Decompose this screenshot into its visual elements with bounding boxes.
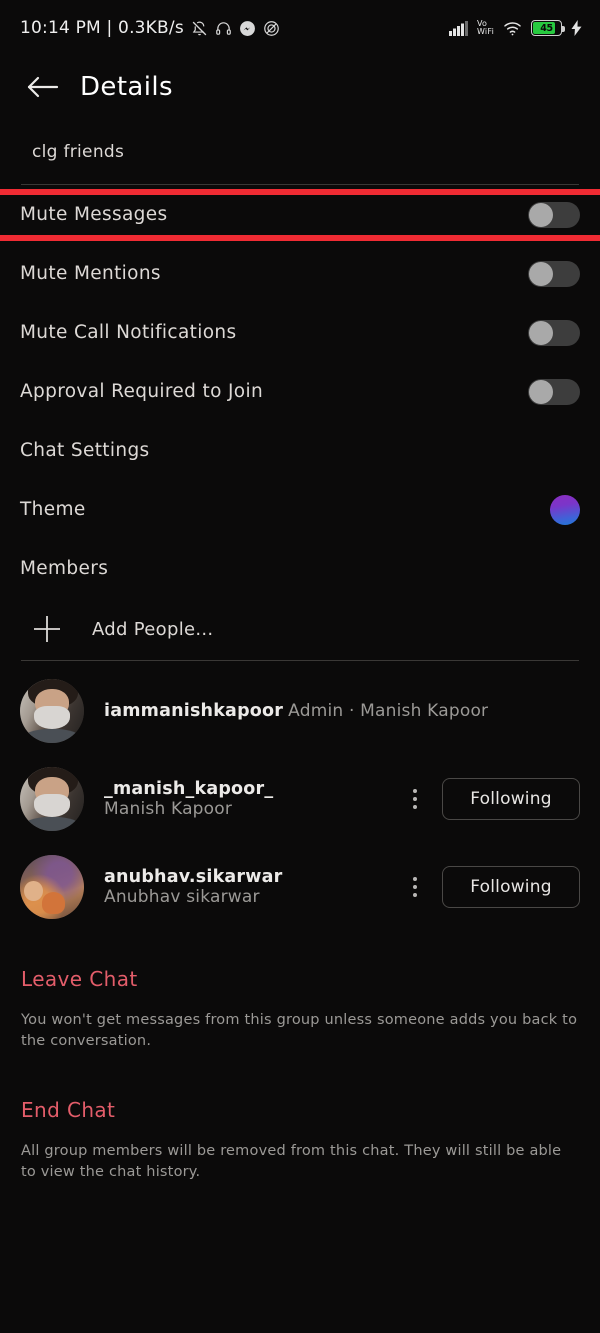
member-text: iammanishkapoor Admin · Manish Kapoor xyxy=(104,701,580,721)
setting-label-mute-call-notifications: Mute Call Notifications xyxy=(20,322,237,343)
member-row-0[interactable]: iammanishkapoor Admin · Manish Kapoor xyxy=(20,667,580,755)
end-chat-description: All group members will be removed from t… xyxy=(21,1143,562,1181)
setting-row-mute-messages[interactable]: Mute Messages xyxy=(20,185,580,244)
vowifi-indicator: Vo WiFi xyxy=(477,19,494,37)
setting-label-theme: Theme xyxy=(20,499,86,520)
plus-icon xyxy=(24,614,70,644)
setting-label-approval-required: Approval Required to Join xyxy=(20,381,264,402)
setting-row-members[interactable]: Members xyxy=(20,539,580,598)
page-header: Details xyxy=(0,56,600,118)
setting-row-approval-required[interactable]: Approval Required to Join xyxy=(20,362,580,421)
messenger-icon xyxy=(239,20,256,37)
following-button[interactable]: Following xyxy=(442,778,580,820)
setting-label-mute-messages: Mute Messages xyxy=(20,204,168,225)
status-clock: 10:14 PM | 0.3KB/s xyxy=(20,18,184,38)
danger-section: Leave Chat You won't get messages from t… xyxy=(0,967,600,1183)
battery-indicator: 45 xyxy=(531,20,565,36)
member-options-icon[interactable] xyxy=(400,877,430,897)
member-username: iammanishkapoor xyxy=(104,701,284,721)
toggle-knob xyxy=(529,379,553,404)
member-text: _manish_kapoor_ Manish Kapoor xyxy=(104,779,400,819)
end-chat-button[interactable]: End Chat xyxy=(21,1098,579,1122)
leave-chat-description: You won't get messages from this group u… xyxy=(21,1012,578,1050)
member-subtitle: Anubhav sikarwar xyxy=(104,887,260,907)
avatar xyxy=(20,767,84,831)
end-chat-section: End Chat All group members will be remov… xyxy=(21,1098,579,1183)
setting-row-mute-mentions[interactable]: Mute Mentions xyxy=(20,244,580,303)
toggle-mute-call-notifications[interactable] xyxy=(528,319,580,346)
status-bar-left: 10:14 PM | 0.3KB/s xyxy=(20,18,280,38)
charging-bolt-icon xyxy=(571,20,582,36)
add-people-row[interactable]: Add People... xyxy=(0,598,600,660)
wifi-icon xyxy=(503,21,522,36)
cellular-signal-icon xyxy=(449,20,468,36)
member-username: anubhav.sikarwar xyxy=(104,867,283,887)
setting-row-mute-call-notifications[interactable]: Mute Call Notifications xyxy=(20,303,580,362)
theme-color-swatch[interactable] xyxy=(550,494,580,525)
following-button[interactable]: Following xyxy=(442,866,580,908)
setting-label-members: Members xyxy=(20,558,109,579)
member-subtitle: Manish Kapoor xyxy=(104,799,233,819)
setting-label-chat-settings: Chat Settings xyxy=(20,440,150,461)
member-row-1[interactable]: _manish_kapoor_ Manish Kapoor Following xyxy=(20,755,580,843)
do-not-disturb-icon xyxy=(263,20,280,37)
bell-slash-icon xyxy=(191,20,208,37)
toggle-mute-messages[interactable] xyxy=(528,201,580,228)
setting-label-mute-mentions: Mute Mentions xyxy=(20,263,161,284)
member-text: anubhav.sikarwar Anubhav sikarwar xyxy=(104,867,400,907)
status-bar: 10:14 PM | 0.3KB/s Vo WiFi 45 xyxy=(0,0,600,56)
group-name-field[interactable]: clg friends xyxy=(20,142,580,184)
back-arrow-icon[interactable] xyxy=(20,64,66,110)
headphones-icon xyxy=(215,20,232,37)
member-subtitle: Admin · Manish Kapoor xyxy=(288,701,489,721)
member-options-icon[interactable] xyxy=(400,789,430,809)
settings-list: Mute Messages Mute Mentions Mute Call No… xyxy=(0,185,600,598)
avatar xyxy=(20,855,84,919)
status-bar-right: Vo WiFi 45 xyxy=(449,19,582,37)
member-username: _manish_kapoor_ xyxy=(104,779,274,799)
toggle-knob xyxy=(529,261,553,286)
leave-chat-section: Leave Chat You won't get messages from t… xyxy=(21,967,579,1052)
setting-row-chat-settings[interactable]: Chat Settings xyxy=(20,421,580,480)
toggle-mute-mentions[interactable] xyxy=(528,260,580,287)
leave-chat-button[interactable]: Leave Chat xyxy=(21,967,579,991)
setting-row-theme[interactable]: Theme xyxy=(20,480,580,539)
members-list: iammanishkapoor Admin · Manish Kapoor _m… xyxy=(0,661,600,931)
avatar xyxy=(20,679,84,743)
toggle-approval-required[interactable] xyxy=(528,378,580,405)
group-name-section: clg friends xyxy=(0,118,600,185)
toggle-knob xyxy=(529,320,553,345)
add-people-label: Add People... xyxy=(92,618,214,640)
toggle-knob xyxy=(529,202,553,227)
page-title: Details xyxy=(80,72,173,102)
battery-level: 45 xyxy=(540,22,553,34)
details-screen: 10:14 PM | 0.3KB/s Vo WiFi 45 Details cl… xyxy=(0,0,600,1333)
vowifi-line-2: WiFi xyxy=(477,27,494,36)
member-row-2[interactable]: anubhav.sikarwar Anubhav sikarwar Follow… xyxy=(20,843,580,931)
